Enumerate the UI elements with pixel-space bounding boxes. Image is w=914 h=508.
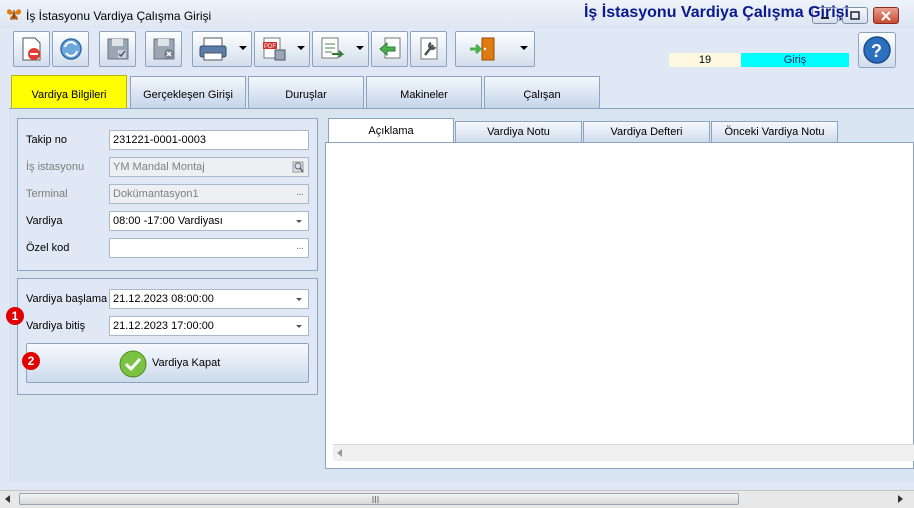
maximize-icon [850,11,860,20]
annotation-marker-2: 2 [22,352,40,370]
exit-door-icon [470,37,495,61]
tab-aciklama[interactable]: Açıklama [328,118,454,143]
export-icon [321,37,345,59]
terminal-label: Terminal [26,188,68,200]
ellipsis-icon: ··· [296,243,304,254]
baslama-label: Vardiya başlama [26,293,108,305]
tab-vardiya-defteri[interactable]: Vardiya Defteri [583,121,710,142]
chevron-down-icon [297,46,305,50]
baslama-value: 21.12.2023 08:00:00 [113,293,214,305]
butterfly-icon [7,9,21,20]
scroll-left-icon [5,495,10,503]
tab-onceki-vardiya-notu[interactable]: Önceki Vardiya Notu [711,121,838,142]
close-button[interactable] [873,7,899,24]
takip-no-field[interactable]: 231221-0001-0003 [109,130,309,150]
checkmark-icon [119,350,147,378]
tab-makineler[interactable]: Makineler [366,76,482,108]
exit-button[interactable] [455,31,535,67]
horizontal-scrollbar[interactable] [0,490,914,508]
bitis-value: 21.12.2023 17:00:00 [113,320,214,332]
delete-button[interactable] [145,31,182,67]
inner-horizontal-scrollbar[interactable] [333,444,914,461]
scroll-left-icon [337,449,342,457]
delete-save-icon [153,38,175,60]
ozel-kod-field[interactable]: ··· [109,238,309,258]
bitis-label: Vardiya bitiş [26,320,86,332]
tab-calisan[interactable]: Çalışan [484,76,600,108]
close-shift-label: Vardiya Kapat [152,357,221,369]
tools-button[interactable] [410,31,447,67]
vardiya-dropdown[interactable]: 08:00 -17:00 Vardiyası [109,211,309,231]
vardiya-label: Vardiya [26,215,63,227]
scroll-right-icon [898,495,903,503]
status-badge: Giriş [741,53,849,67]
chevron-down-icon [520,46,528,50]
ellipsis-icon: ··· [296,189,304,200]
refresh-button[interactable] [52,31,89,67]
chevron-down-icon [296,298,302,301]
tab-gerceklesen-girisi[interactable]: Gerçekleşen Girişi [130,76,246,108]
grip-icon [372,496,379,503]
back-button[interactable] [371,31,408,67]
print-button[interactable] [192,31,252,67]
is-istasyonu-value: YM Mandal Montaj [113,161,205,173]
svg-text:?: ? [871,41,882,61]
save-button[interactable] [99,31,136,67]
tab-vardiya-bilgileri[interactable]: Vardiya Bilgileri [11,75,127,108]
chevron-down-icon [296,325,302,328]
back-icon [379,37,401,59]
aciklama-textarea[interactable] [325,142,914,469]
window-title: İş İstasyonu Vardiya Çalışma Girişi [26,9,212,23]
vardiya-value: 08:00 -17:00 Vardiyası [113,215,223,227]
refresh-icon [60,38,82,60]
tab-duruslar[interactable]: Duruşlar [248,76,364,108]
svg-text:PDF: PDF [264,44,276,50]
status-number: 19 [669,53,741,67]
bitis-datetime[interactable]: 21.12.2023 17:00:00 [109,316,309,336]
search-icon [292,161,304,173]
is-istasyonu-label: İş istasyonu [26,161,85,173]
terminal-field: Dokümantasyon1 ··· [109,184,309,204]
close-icon [881,11,891,21]
baslama-datetime[interactable]: 21.12.2023 08:00:00 [109,289,309,309]
pdf-export-icon: PDF [263,37,286,61]
new-button[interactable] [13,31,50,67]
takip-no-label: Takip no [26,134,67,146]
terminal-value: Dokümantasyon1 [113,188,199,200]
chevron-down-icon [296,220,302,223]
is-istasyonu-field: YM Mandal Montaj [109,157,309,177]
print-icon [199,37,227,61]
new-document-icon [22,37,41,61]
chevron-down-icon [356,46,364,50]
help-button[interactable]: ? [858,32,896,68]
export-button[interactable] [312,31,369,67]
pdf-export-button[interactable]: PDF [254,31,310,67]
help-icon: ? [863,36,891,64]
scrollbar-thumb[interactable] [19,493,739,505]
annotation-marker-1: 1 [6,307,24,325]
save-icon [107,38,129,60]
close-shift-button[interactable]: Vardiya Kapat [26,343,309,383]
tools-icon [420,37,438,60]
chevron-down-icon [239,46,247,50]
page-title: İş İstasyonu Vardiya Çalışma Girişi [583,4,849,21]
ozel-kod-label: Özel kod [26,242,70,254]
tab-vardiya-notu[interactable]: Vardiya Notu [455,121,582,142]
